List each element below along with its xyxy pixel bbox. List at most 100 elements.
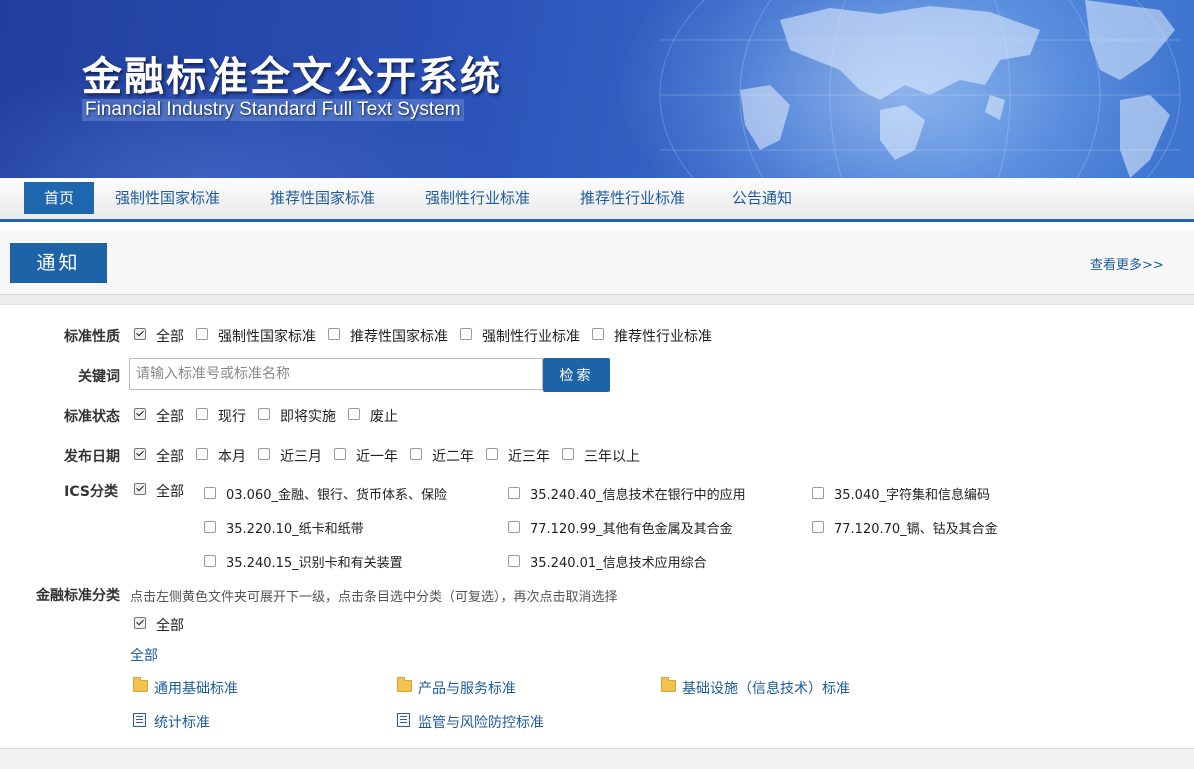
- ics-option[interactable]: 35.040_字符集和信息编码: [812, 484, 990, 503]
- date-option-2-years[interactable]: 近二年: [410, 446, 474, 466]
- checkbox[interactable]: [508, 520, 520, 533]
- main-nav: 首页 强制性国家标准 推荐性国家标准 强制性行业标准 推荐性行业标准 公告通知: [0, 178, 1194, 222]
- status-option-upcoming[interactable]: 即将实施: [258, 406, 336, 426]
- status-option-abolished[interactable]: 废止: [348, 406, 398, 426]
- header-banner: 金融标准全文公开系统 Financial Industry Standard F…: [0, 0, 1194, 178]
- option-label: 近一年: [356, 449, 398, 465]
- view-more-link[interactable]: 查看更多>>: [1090, 254, 1164, 273]
- status-option-current[interactable]: 现行: [196, 406, 246, 426]
- checkbox[interactable]: [134, 448, 146, 460]
- checkbox[interactable]: [134, 328, 146, 340]
- nature-option-recommended-national[interactable]: 推荐性国家标准: [328, 326, 448, 346]
- nature-option-mandatory-national[interactable]: 强制性国家标准: [196, 326, 316, 346]
- folder-icon[interactable]: [133, 677, 148, 692]
- folder-icon[interactable]: [397, 677, 412, 692]
- option-label: 35.240.40_信息技术在银行中的应用: [530, 488, 746, 503]
- finance-category-label: 金融标准分类: [36, 588, 120, 604]
- checkbox[interactable]: [134, 617, 146, 629]
- option-label: 强制性国家标准: [218, 329, 316, 345]
- nav-item-recommended-national[interactable]: 推荐性国家标准: [270, 182, 375, 214]
- date-option-this-month[interactable]: 本月: [196, 446, 246, 466]
- category-regulation-risk[interactable]: 监管与风险防控标准: [397, 712, 544, 732]
- option-label: 全部: [156, 329, 184, 345]
- checkbox[interactable]: [134, 483, 146, 495]
- category-product-service[interactable]: 产品与服务标准: [397, 677, 516, 698]
- checkbox[interactable]: [328, 328, 340, 340]
- checkbox[interactable]: [204, 554, 216, 567]
- nav-item-announcements[interactable]: 公告通知: [732, 182, 792, 214]
- date-option-1-year[interactable]: 近一年: [334, 446, 398, 466]
- ics-option[interactable]: 35.240.01_信息技术应用综合: [508, 552, 707, 571]
- checkbox[interactable]: [812, 520, 824, 533]
- nature-option-all[interactable]: 全部: [134, 326, 184, 346]
- date-option-all[interactable]: 全部: [134, 446, 184, 466]
- option-label: 三年以上: [584, 449, 640, 465]
- finance-category-hint: 点击左侧黄色文件夹可展开下一级，点击条目选中分类（可复选），再次点击取消选择: [130, 590, 618, 605]
- ics-option[interactable]: 35.240.40_信息技术在银行中的应用: [508, 484, 746, 503]
- notice-tab[interactable]: 通知: [10, 243, 107, 283]
- checkbox[interactable]: [334, 448, 346, 460]
- checkbox[interactable]: [508, 554, 520, 567]
- ics-option-all[interactable]: 全部: [134, 481, 184, 501]
- ics-option[interactable]: 77.120.99_其他有色金属及其合金: [508, 518, 733, 537]
- checkbox[interactable]: [410, 448, 422, 460]
- category-label: 基础设施（信息技术）标准: [682, 681, 850, 697]
- nature-option-mandatory-industry[interactable]: 强制性行业标准: [460, 326, 580, 346]
- category-infrastructure[interactable]: 基础设施（信息技术）标准: [661, 677, 850, 698]
- option-label: 现行: [218, 409, 246, 425]
- category-general-basic[interactable]: 通用基础标准: [133, 677, 238, 698]
- keyword-input[interactable]: [129, 358, 543, 390]
- ics-option[interactable]: 03.060_金融、银行、货币体系、保险: [204, 484, 447, 503]
- checkbox[interactable]: [196, 448, 208, 460]
- finance-option-all[interactable]: 全部: [134, 615, 184, 635]
- nature-option-recommended-industry[interactable]: 推荐性行业标准: [592, 326, 712, 346]
- checkbox[interactable]: [196, 328, 208, 340]
- checkbox[interactable]: [562, 448, 574, 460]
- checkbox[interactable]: [134, 408, 146, 420]
- document-icon: [133, 713, 146, 727]
- ics-option[interactable]: 35.220.10_纸卡和纸带: [204, 518, 364, 537]
- option-label: 35.040_字符集和信息编码: [834, 488, 990, 503]
- checkbox[interactable]: [258, 448, 270, 460]
- checkbox[interactable]: [460, 328, 472, 340]
- nav-item-mandatory-national[interactable]: 强制性国家标准: [115, 182, 220, 214]
- nav-item-recommended-industry[interactable]: 推荐性行业标准: [580, 182, 685, 214]
- site-subtitle: Financial Industry Standard Full Text Sy…: [82, 99, 464, 121]
- date-option-3-months[interactable]: 近三月: [258, 446, 322, 466]
- nav-item-mandatory-industry[interactable]: 强制性行业标准: [425, 182, 530, 214]
- checkbox[interactable]: [204, 520, 216, 533]
- option-label: 废止: [370, 409, 398, 425]
- category-statistics[interactable]: 统计标准: [133, 712, 210, 732]
- checkbox[interactable]: [204, 486, 216, 499]
- option-label: 35.220.10_纸卡和纸带: [226, 522, 364, 537]
- checkbox[interactable]: [348, 408, 360, 420]
- checkbox[interactable]: [486, 448, 498, 460]
- checkbox[interactable]: [592, 328, 604, 340]
- checkbox[interactable]: [812, 486, 824, 499]
- option-label: 03.060_金融、银行、货币体系、保险: [226, 488, 447, 503]
- date-label: 发布日期: [64, 449, 120, 465]
- category-label: 监管与风险防控标准: [418, 715, 544, 731]
- ics-label: ICS分类: [64, 484, 118, 500]
- option-label: 35.240.15_识别卡和有关装置: [226, 556, 403, 571]
- status-label: 标准状态: [64, 409, 120, 425]
- date-option-3-years[interactable]: 近三年: [486, 446, 550, 466]
- search-button[interactable]: 检索: [543, 358, 610, 392]
- option-label: 推荐性行业标准: [614, 329, 712, 345]
- keyword-label: 关键词: [78, 369, 120, 385]
- date-option-over-3-years[interactable]: 三年以上: [562, 446, 640, 466]
- ics-option[interactable]: 77.120.70_镉、钴及其合金: [812, 518, 998, 537]
- finance-all-link[interactable]: 全部: [130, 645, 158, 665]
- option-label: 本月: [218, 449, 246, 465]
- ics-option[interactable]: 35.240.15_识别卡和有关装置: [204, 552, 403, 571]
- checkbox[interactable]: [508, 486, 520, 499]
- folder-icon[interactable]: [661, 677, 676, 692]
- option-label: 强制性行业标准: [482, 329, 580, 345]
- option-label: 35.240.01_信息技术应用综合: [530, 556, 707, 571]
- status-option-all[interactable]: 全部: [134, 406, 184, 426]
- option-label: 全部: [156, 484, 184, 500]
- nav-item-home[interactable]: 首页: [24, 182, 94, 214]
- checkbox[interactable]: [196, 408, 208, 420]
- checkbox[interactable]: [258, 408, 270, 420]
- notice-section-header: 通知 查看更多>>: [0, 230, 1194, 295]
